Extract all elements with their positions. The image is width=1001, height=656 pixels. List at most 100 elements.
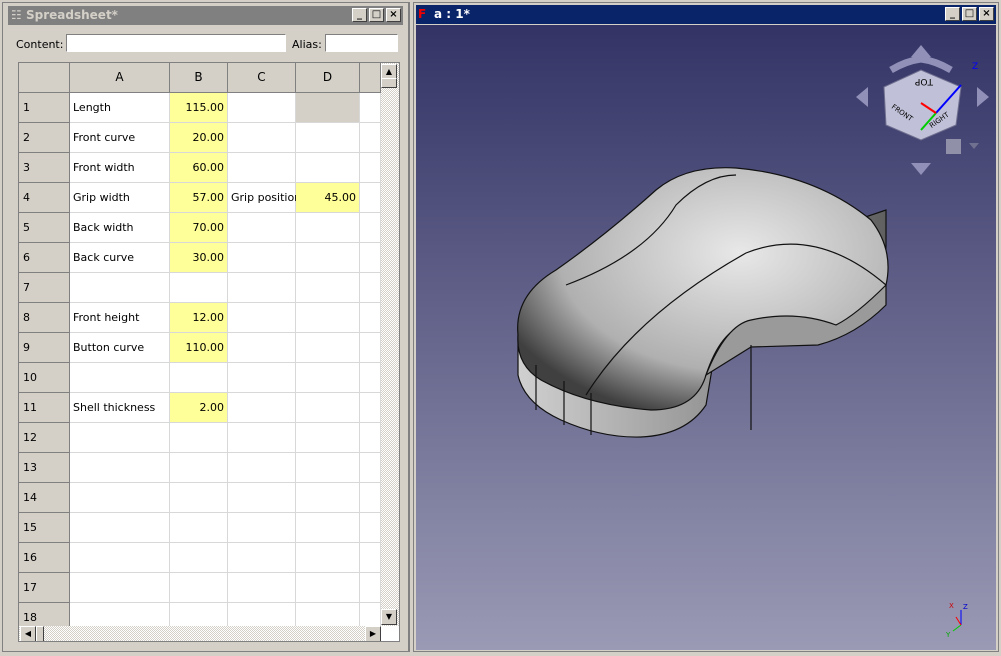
row-header[interactable]: 11 [19, 393, 70, 423]
table-cell[interactable] [296, 393, 360, 423]
scroll-right-button[interactable]: ▶ [365, 626, 381, 641]
table-cell[interactable]: 45.00 [296, 183, 360, 213]
table-cell[interactable] [228, 573, 296, 603]
table-cell[interactable] [170, 363, 228, 393]
table-cell[interactable] [228, 123, 296, 153]
table-cell[interactable] [360, 213, 381, 243]
table-cell[interactable]: Front width [70, 153, 170, 183]
row-header[interactable]: 1 [19, 93, 70, 123]
table-cell[interactable] [70, 273, 170, 303]
table-cell[interactable] [360, 153, 381, 183]
table-cell[interactable] [360, 93, 381, 123]
table-cell[interactable] [296, 543, 360, 573]
table-cell[interactable] [296, 213, 360, 243]
table-cell[interactable] [228, 483, 296, 513]
navigation-cube[interactable]: TOP FRONT RIGHT Z [856, 45, 989, 175]
table-cell[interactable] [296, 93, 360, 123]
row-header[interactable]: 4 [19, 183, 70, 213]
horizontal-scroll-thumb[interactable] [36, 626, 44, 641]
column-header[interactable]: B [170, 63, 228, 93]
table-cell[interactable] [360, 513, 381, 543]
row-header[interactable]: 6 [19, 243, 70, 273]
row-header[interactable]: 5 [19, 213, 70, 243]
table-cell[interactable] [360, 183, 381, 213]
mouse-model[interactable] [517, 167, 889, 438]
table-cell[interactable] [360, 123, 381, 153]
column-header[interactable] [360, 63, 381, 93]
table-cell[interactable] [228, 363, 296, 393]
table-cell[interactable] [228, 303, 296, 333]
table-cell[interactable] [360, 423, 381, 453]
table-cell[interactable] [70, 423, 170, 453]
row-header[interactable]: 17 [19, 573, 70, 603]
table-cell[interactable] [170, 573, 228, 603]
row-header[interactable]: 8 [19, 303, 70, 333]
maximize-button[interactable]: □ [369, 8, 384, 22]
row-header[interactable]: 14 [19, 483, 70, 513]
vertical-scrollbar[interactable] [381, 63, 399, 626]
vertical-scroll-thumb[interactable] [381, 78, 397, 88]
row-header[interactable]: 13 [19, 453, 70, 483]
table-cell[interactable] [296, 243, 360, 273]
table-cell[interactable] [360, 453, 381, 483]
table-cell[interactable]: Shell thickness [70, 393, 170, 423]
table-cell[interactable] [296, 423, 360, 453]
table-cell[interactable]: 70.00 [170, 213, 228, 243]
table-cell[interactable] [228, 243, 296, 273]
table-cell[interactable] [296, 363, 360, 393]
table-cell[interactable] [70, 513, 170, 543]
scroll-left-button[interactable]: ◀ [20, 626, 36, 641]
row-header[interactable]: 7 [19, 273, 70, 303]
table-cell[interactable] [170, 453, 228, 483]
table-cell[interactable] [296, 453, 360, 483]
table-cell[interactable] [70, 543, 170, 573]
table-cell[interactable] [70, 573, 170, 603]
table-cell[interactable] [170, 543, 228, 573]
close-button[interactable]: × [979, 7, 994, 21]
column-header[interactable]: C [228, 63, 296, 93]
table-cell[interactable] [296, 273, 360, 303]
table-cell[interactable] [360, 393, 381, 423]
table-cell[interactable] [170, 423, 228, 453]
table-cell[interactable] [170, 273, 228, 303]
table-cell[interactable] [360, 303, 381, 333]
table-cell[interactable]: 20.00 [170, 123, 228, 153]
table-cell[interactable]: Back width [70, 213, 170, 243]
alias-input[interactable] [325, 34, 398, 52]
table-cell[interactable]: 30.00 [170, 243, 228, 273]
table-cell[interactable] [228, 423, 296, 453]
table-cell[interactable] [170, 483, 228, 513]
table-cell[interactable] [228, 213, 296, 243]
row-header[interactable]: 12 [19, 423, 70, 453]
table-cell[interactable] [296, 483, 360, 513]
column-header[interactable]: A [70, 63, 170, 93]
table-cell[interactable] [360, 363, 381, 393]
row-header[interactable]: 9 [19, 333, 70, 363]
table-cell[interactable] [296, 573, 360, 603]
row-header[interactable]: 16 [19, 543, 70, 573]
table-cell[interactable] [228, 543, 296, 573]
table-cell[interactable] [70, 483, 170, 513]
spreadsheet-titlebar[interactable]: ☷ Spreadsheet* _ □ × [8, 6, 403, 25]
table-cell[interactable] [70, 363, 170, 393]
table-cell[interactable] [296, 153, 360, 183]
table-cell[interactable]: 2.00 [170, 393, 228, 423]
table-cell[interactable] [360, 573, 381, 603]
table-cell[interactable]: Front height [70, 303, 170, 333]
table-cell[interactable]: Length [70, 93, 170, 123]
table-cell[interactable]: Grip position [228, 183, 301, 213]
table-cell[interactable]: Back curve [70, 243, 170, 273]
minimize-button[interactable]: _ [945, 7, 960, 21]
table-cell[interactable]: 115.00 [170, 93, 228, 123]
table-cell[interactable] [228, 273, 296, 303]
horizontal-scrollbar[interactable] [19, 626, 381, 641]
table-cell[interactable] [360, 273, 381, 303]
table-cell[interactable] [360, 483, 381, 513]
table-cell[interactable] [170, 513, 228, 543]
table-cell[interactable]: 12.00 [170, 303, 228, 333]
minimize-button[interactable]: _ [352, 8, 367, 22]
scroll-down-button[interactable]: ▼ [381, 609, 397, 625]
row-header[interactable]: 15 [19, 513, 70, 543]
3d-viewport[interactable]: TOP FRONT RIGHT Z Z X Y [416, 25, 996, 650]
table-cell[interactable] [228, 453, 296, 483]
